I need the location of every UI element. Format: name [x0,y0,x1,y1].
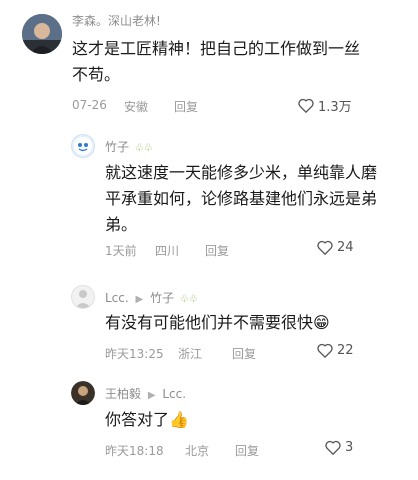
comment-location: 四川 [155,244,180,258]
heart-icon [298,98,314,113]
comment-location: 北京 [185,444,210,458]
comment-date: 昨天18:18 [105,444,164,458]
reply-arrow-icon: ▶ [147,390,156,401]
heart-icon [325,440,341,455]
username[interactable]: 李森。深山老林! [72,12,161,29]
reply-button[interactable]: 回复 [174,98,198,115]
fan-badge-icon: ♧♧ [179,294,198,305]
thumbs-up-emoji-icon: 👍 [169,410,189,429]
reply-arrow-icon: ▶ [135,294,144,305]
like-button[interactable]: 1.3万 [298,96,352,115]
reply-to-user[interactable]: 竹子 [150,291,174,305]
comment-location: 浙江 [178,347,203,361]
fan-badge-icon: ♧♧ [134,143,153,154]
like-count: 3 [345,440,354,455]
avatar[interactable] [71,381,95,405]
reply-to-user[interactable]: Lcc. [162,387,186,401]
avatar[interactable] [71,285,95,309]
comment-date: 昨天13:25 [105,347,164,361]
like-button[interactable]: 22 [317,343,354,358]
grin-emoji-icon: 😁 [313,313,330,332]
like-count: 22 [337,343,354,358]
reply-button[interactable]: 回复 [205,242,229,259]
like-count: 1.3万 [318,100,352,115]
avatar[interactable] [22,14,62,54]
comment-location: 安徽 [124,100,149,114]
comment-text: 有没有可能他们并不需要很快😁 [105,313,330,332]
like-button[interactable]: 24 [317,240,354,255]
comment-text: 你答对了👍 [105,410,189,429]
username[interactable]: 王柏毅 ▶ Lcc. [105,385,186,402]
avatar[interactable] [71,134,95,158]
reply-button[interactable]: 回复 [232,345,256,362]
username[interactable]: 竹子 ♧♧ [105,138,153,155]
heart-icon [317,343,333,358]
comment-date: 07-26 [72,98,107,112]
like-button[interactable]: 3 [325,440,353,455]
like-count: 24 [337,240,354,255]
username[interactable]: Lcc. ▶ 竹子 ♧♧ [105,289,198,306]
comment-date: 1天前 [105,244,137,258]
comment-text: 就这速度一天能修多少米，单纯靠人磨 平承重如何，论修路基建他们永远是弟 弟。 [105,163,378,234]
comment-text: 这才是工匠精神！把自己的工作做到一丝 不苟。 [72,39,361,84]
heart-icon [317,240,333,255]
reply-button[interactable]: 回复 [235,442,259,459]
